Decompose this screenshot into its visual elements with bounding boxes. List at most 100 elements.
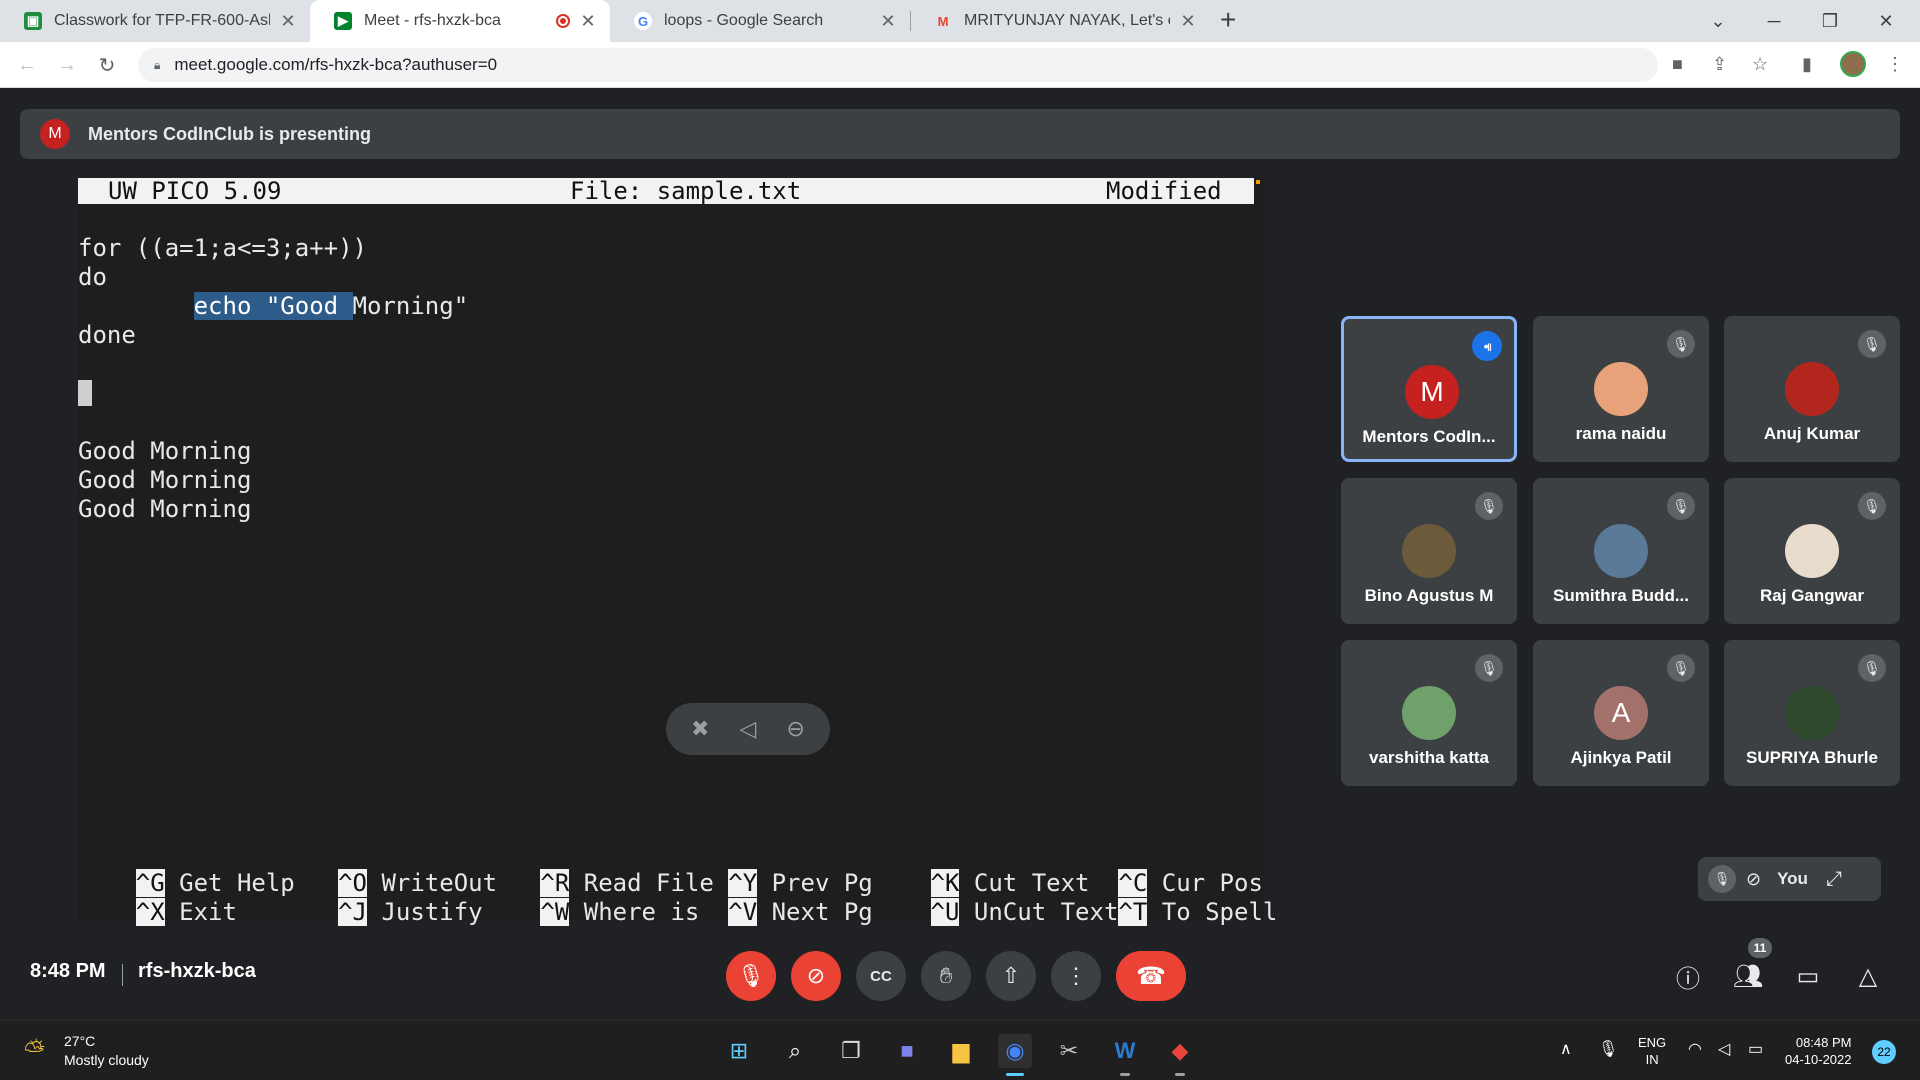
- screen-overlay-controls: ✖ ◁ ⊖: [666, 703, 830, 755]
- participant-tile[interactable]: 🎙︎ Bino Agustus M: [1341, 478, 1517, 624]
- new-tab-button[interactable]: +: [1220, 4, 1236, 36]
- chat-icon[interactable]: ▭: [1790, 958, 1826, 994]
- menu-kebab-icon[interactable]: ⋮: [1886, 54, 1904, 75]
- battery-icon[interactable]: ▭: [1748, 1039, 1763, 1059]
- maximize-button[interactable]: ❐: [1802, 0, 1858, 42]
- participant-tile[interactable]: 🎙︎ Sumithra Budd...: [1533, 478, 1709, 624]
- input-language[interactable]: ENG IN: [1638, 1034, 1666, 1068]
- shortcut-key: ^T: [1118, 898, 1148, 926]
- leave-call-button[interactable]: ☎︎: [1116, 951, 1186, 1001]
- participant-tile[interactable]: 🎙︎ Raj Gangwar: [1724, 478, 1900, 624]
- participant-tile[interactable]: A 🎙︎ Ajinkya Patil: [1533, 640, 1709, 786]
- shared-screen: UW PICO 5.09 File: sample.txt Modified f…: [78, 177, 1277, 926]
- lock-icon: 🔒︎: [154, 57, 161, 72]
- shortcut-key: ^J: [338, 898, 367, 926]
- self-view-pill[interactable]: 🎙︎ ⊘ You ⤢: [1698, 857, 1881, 901]
- system-clock[interactable]: 08:48 PM 04-10-2022: [1785, 1034, 1852, 1068]
- search-icon[interactable]: ⌕: [778, 1034, 812, 1068]
- participant-tile[interactable]: M •ıı Mentors CodIn...: [1341, 316, 1517, 462]
- minimize-button[interactable]: ─: [1746, 0, 1802, 42]
- camera-off-button[interactable]: ⊘: [791, 951, 841, 1001]
- tab-meet[interactable]: ▶ Meet - rfs-hxzk-bca ✕: [310, 0, 610, 42]
- participant-avatar: [1785, 524, 1839, 578]
- google-icon: G: [634, 12, 652, 30]
- shortcut-label: To Spell: [1147, 898, 1278, 926]
- participant-name: Raj Gangwar: [1760, 586, 1864, 605]
- participant-tile[interactable]: 🎙︎ rama naidu: [1533, 316, 1709, 462]
- pico-status: Modified: [1106, 177, 1222, 205]
- close-tab-icon[interactable]: ✕: [278, 11, 298, 32]
- file-explorer-icon[interactable]: ▆: [944, 1034, 978, 1068]
- profile-avatar[interactable]: [1840, 51, 1866, 77]
- participant-name: rama naidu: [1575, 424, 1667, 443]
- shortcut-key: ^W: [540, 898, 570, 926]
- language-code: ENG: [1638, 1035, 1667, 1050]
- output-line: Good Morning: [78, 495, 252, 523]
- participant-name: Bino Agustus M: [1364, 586, 1494, 605]
- forward-button[interactable]: →: [52, 50, 82, 80]
- code-line: for ((a=1;a<=3;a++)): [78, 234, 367, 262]
- remove-icon[interactable]: ⊖: [787, 717, 805, 742]
- participant-tile[interactable]: 🎙︎ varshitha katta: [1341, 640, 1517, 786]
- participant-name: Sumithra Budd...: [1553, 586, 1689, 605]
- windows-start-icon[interactable]: ⊞: [722, 1034, 756, 1068]
- unpin-icon[interactable]: ✖: [691, 717, 709, 742]
- close-tab-icon[interactable]: ✕: [878, 11, 898, 32]
- mic-off-button[interactable]: 🎙︎: [726, 951, 776, 1001]
- microphone-tray-icon[interactable]: 🎙︎: [1598, 1039, 1618, 1059]
- reload-button[interactable]: ↻: [92, 50, 122, 80]
- share-icon[interactable]: ⇪: [1712, 54, 1727, 75]
- browser-tab-strip: ▣ Classwork for TFP-FR-600-Ashish ✕ ▶ Me…: [0, 0, 1920, 42]
- meeting-info-icon[interactable]: ⓘ: [1670, 958, 1706, 994]
- more-options-button[interactable]: ⋮: [1051, 951, 1101, 1001]
- tab-title: MRITYUNJAY NAYAK, Let's congr: [964, 12, 1170, 29]
- back-button[interactable]: ←: [12, 50, 42, 80]
- muted-mic-icon: 🎙︎: [1667, 330, 1695, 358]
- text-cursor: [78, 380, 92, 406]
- tab-search-icon[interactable]: ⌄: [1690, 0, 1746, 42]
- git-icon[interactable]: ◆: [1163, 1034, 1197, 1076]
- show-hidden-icons-chevron[interactable]: ∧: [1560, 1039, 1572, 1059]
- present-screen-button[interactable]: ⇧: [986, 951, 1036, 1001]
- weather-cloudy-icon[interactable]: ⛅︎: [24, 1035, 45, 1067]
- clock-date: 04-10-2022: [1785, 1052, 1852, 1067]
- teams-chat-icon[interactable]: ■: [890, 1034, 924, 1068]
- expand-icon[interactable]: ⤢: [1826, 868, 1842, 891]
- participant-tile[interactable]: 🎙︎ Anuj Kumar: [1724, 316, 1900, 462]
- weather-widget[interactable]: 27°C Mostly cloudy: [64, 1032, 149, 1070]
- snipping-tool-icon[interactable]: ✂︎: [1052, 1034, 1086, 1068]
- tab-google-search[interactable]: G loops - Google Search ✕: [610, 0, 910, 42]
- people-icon[interactable]: 👥︎: [1730, 958, 1766, 994]
- gmail-icon: M: [937, 13, 949, 29]
- close-tab-icon[interactable]: ✕: [578, 11, 598, 32]
- captions-button[interactable]: CC: [856, 951, 906, 1001]
- muted-mic-icon: 🎙︎: [1858, 330, 1886, 358]
- camera-in-use-icon[interactable]: ■: [1672, 54, 1683, 75]
- participant-name: varshitha katta: [1369, 748, 1489, 767]
- volume-icon[interactable]: ◁︎: [1718, 1039, 1730, 1059]
- raise-hand-button[interactable]: ✋︎: [921, 951, 971, 1001]
- mute-screen-icon[interactable]: ◁: [740, 717, 757, 742]
- participant-name: Ajinkya Patil: [1570, 748, 1672, 767]
- url-text: meet.google.com/rfs-hxzk-bca?authuser=0: [174, 55, 498, 74]
- side-panel-icon[interactable]: ▮: [1802, 54, 1812, 75]
- participant-count-badge: 11: [1748, 938, 1772, 958]
- camera-off-icon: ⊘: [1746, 868, 1762, 889]
- participant-tile[interactable]: 🎙︎ SUPRIYA Bhurle: [1724, 640, 1900, 786]
- notification-badge[interactable]: 22: [1872, 1040, 1896, 1064]
- recording-indicator-icon: [556, 14, 570, 28]
- participant-avatar: M: [1405, 365, 1459, 419]
- chrome-icon[interactable]: ◉: [998, 1034, 1032, 1076]
- wifi-icon[interactable]: ◠: [1688, 1039, 1702, 1059]
- tab-classroom[interactable]: ▣ Classwork for TFP-FR-600-Ashish ✕: [0, 0, 310, 42]
- task-view-icon[interactable]: ❐: [834, 1034, 868, 1068]
- close-tab-icon[interactable]: ✕: [1178, 11, 1198, 32]
- word-icon[interactable]: W: [1108, 1034, 1142, 1076]
- activities-icon[interactable]: △: [1850, 958, 1886, 994]
- close-window-button[interactable]: ✕: [1858, 0, 1914, 42]
- tab-gmail[interactable]: M MRITYUNJAY NAYAK, Let's congr ✕: [910, 0, 1210, 42]
- omnibox[interactable]: 🔒︎ meet.google.com/rfs-hxzk-bca?authuser…: [138, 48, 1658, 82]
- participant-name: SUPRIYA Bhurle: [1746, 748, 1878, 767]
- participant-avatar: A: [1594, 686, 1648, 740]
- bookmark-star-icon[interactable]: ☆: [1752, 54, 1768, 75]
